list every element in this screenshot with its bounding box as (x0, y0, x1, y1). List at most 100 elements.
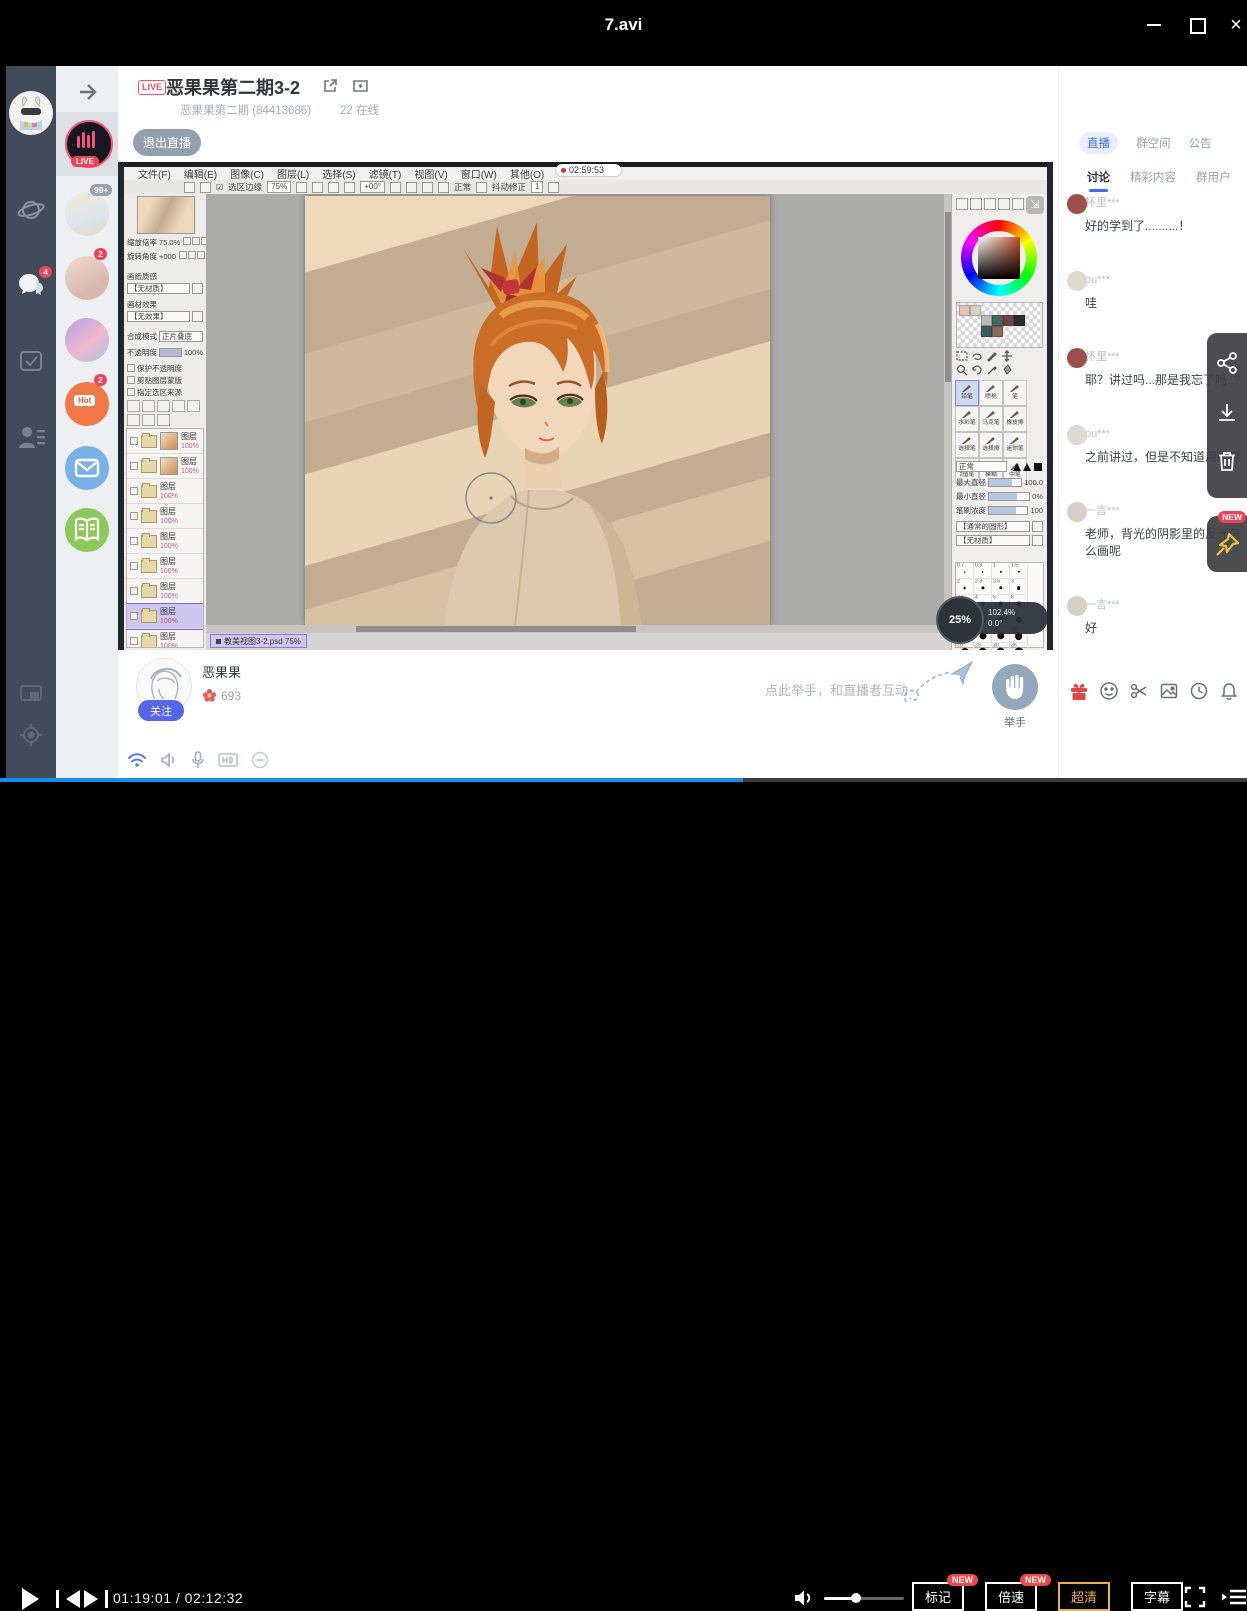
hd-icon[interactable] (218, 752, 238, 768)
brush-slider-row[interactable]: 最大直径 100.0 (956, 476, 1043, 489)
layer-row[interactable]: 图层 100% (127, 529, 203, 554)
layer-option-2[interactable]: 剪贴图层蒙版 (137, 375, 182, 386)
play-button[interactable] (22, 1588, 39, 1610)
brush-size-cell[interactable]: 25 (974, 643, 992, 650)
brush-cell[interactable]: 橡皮擦 (1003, 406, 1027, 432)
layer-row[interactable]: 图层 100% (127, 629, 203, 648)
sai-tool-button[interactable] (344, 182, 355, 193)
pin-tile[interactable]: NEW (1207, 516, 1247, 572)
document-tab[interactable]: 教美视图3-2.psd 75% (210, 634, 307, 648)
navigator-rotation-buttons[interactable] (178, 251, 205, 261)
close-button[interactable]: × (1222, 14, 1247, 38)
wifi-icon[interactable] (127, 752, 147, 768)
previous-button[interactable] (56, 1590, 80, 1608)
explore-planet-icon[interactable] (6, 196, 56, 224)
sai-angle-field[interactable]: +00° (360, 181, 385, 193)
brush-cell[interactable]: 笔 (1003, 380, 1027, 406)
brush-size-cell[interactable]: 3 (1010, 579, 1028, 595)
layer-option-3[interactable]: 指定选区来源 (137, 387, 182, 398)
clock-icon[interactable] (1189, 681, 1209, 701)
sai-zoom-field[interactable]: 75% (267, 181, 291, 193)
layer-row[interactable]: 图层 100% (127, 454, 203, 479)
material-effect-select[interactable]: 【无效果】 (127, 311, 190, 322)
player-option-button[interactable]: 字幕 (1131, 1582, 1183, 1611)
brush-cell[interactable]: 选择擦 (979, 432, 1003, 458)
sai-tool-button[interactable] (406, 182, 417, 193)
todo-icon[interactable] (6, 348, 56, 374)
expand-arrow-icon[interactable]: ⇲ (1026, 196, 1044, 214)
brush-size-cell[interactable]: 2.6 (992, 579, 1010, 595)
sai-menu-item[interactable]: 滤镜(T) (369, 166, 402, 181)
brush-size-cell[interactable]: 35 (1010, 643, 1028, 650)
raise-hand-button[interactable] (992, 664, 1038, 710)
session-avatar-hot[interactable]: Hot (65, 382, 109, 426)
maximize-button[interactable] (1182, 14, 1210, 38)
mic-icon[interactable] (191, 751, 205, 769)
sai-canvas[interactable]: 教美视图3-2.psd 75% (206, 194, 952, 650)
emoji-icon[interactable] (1099, 681, 1119, 701)
exit-live-button[interactable]: 退出直播 (133, 129, 201, 156)
sai-stabilizer-value[interactable]: 1 (531, 181, 543, 193)
swatch-palette[interactable] (956, 302, 1043, 348)
layer-row[interactable]: 图层 100% (127, 479, 203, 504)
user-avatar[interactable] (6, 90, 56, 136)
session-avatar-2[interactable] (65, 192, 109, 236)
layer-option-1[interactable]: 保护不透明度 (137, 363, 182, 374)
opacity-slider[interactable] (159, 348, 182, 357)
tool-icons-row2[interactable] (956, 364, 1043, 376)
fullscreen-icon[interactable] (1184, 1586, 1206, 1608)
record-circle-icon[interactable] (251, 751, 269, 769)
download-icon[interactable] (1215, 401, 1239, 425)
sai-selection-option[interactable]: 选区边缘 (228, 181, 262, 193)
session-avatar-mail[interactable] (65, 446, 109, 490)
brush-size-cell[interactable]: 20 (956, 643, 974, 650)
bell-icon[interactable] (1219, 681, 1239, 701)
sai-tool-button[interactable] (312, 182, 323, 193)
sai-tool-button[interactable] (476, 182, 487, 193)
session-avatar-notes[interactable] (65, 508, 109, 552)
chat-message[interactable]: 一言*** 好 (1059, 596, 1247, 637)
tool-icons-row1[interactable] (956, 350, 1043, 362)
layer-row[interactable]: 图层 100% (127, 604, 203, 629)
sai-menu-item[interactable]: 编辑(E) (184, 166, 217, 181)
settings-gear-icon[interactable] (6, 722, 56, 748)
chat-subtab[interactable]: 精彩内容 (1130, 169, 1176, 185)
brush-size-cell[interactable]: 1.5 (1010, 563, 1028, 579)
brush-blend-mode[interactable]: 正常 (956, 461, 1007, 472)
mini-window-icon[interactable] (6, 684, 56, 704)
chat-message[interactable]: 怀里*** 好的学到了..........！ (1059, 194, 1247, 235)
chat-subtab[interactable]: 群用户 (1196, 169, 1231, 185)
brush-texture-select[interactable]: 【无材质】 (956, 535, 1030, 546)
sai-tool-button[interactable] (390, 182, 401, 193)
brush-slider-row[interactable]: 笔刷浓度 100 (956, 504, 1043, 517)
player-option-button[interactable]: 超清 (1058, 1582, 1110, 1611)
sai-menu-item[interactable]: 其他(O) (510, 166, 544, 181)
brush-size-cell[interactable]: 2 (956, 579, 974, 595)
chat-message[interactable]: pu*** 哇 (1059, 271, 1247, 312)
brush-size-cell[interactable]: 0.9 (974, 563, 992, 579)
brush-size-cell[interactable]: 0.7 (956, 563, 974, 579)
sai-tool-button[interactable] (422, 182, 433, 193)
chat-tab[interactable]: 公告 (1189, 135, 1212, 151)
sai-tool-button[interactable] (328, 182, 339, 193)
color-sv-square[interactable] (978, 237, 1020, 279)
record-setting-icon[interactable] (352, 78, 369, 94)
next-button[interactable] (84, 1590, 108, 1608)
layer-row[interactable]: 图层 100% (127, 429, 203, 454)
volume-icon[interactable] (793, 1588, 817, 1608)
layer-row[interactable]: 图层 100% (127, 579, 203, 604)
layer-row[interactable]: 图层 100% (127, 554, 203, 579)
blend-mode-select[interactable]: 正片叠底 (159, 331, 203, 342)
sai-menu-item[interactable]: 视图(V) (414, 166, 447, 181)
brush-size-cell[interactable]: 30 (992, 643, 1010, 650)
playlist-icon[interactable] (1222, 1588, 1246, 1606)
external-link-icon[interactable] (322, 78, 338, 94)
player-option-button[interactable]: 倍速 NEW (985, 1582, 1037, 1611)
volume-knob[interactable] (851, 1593, 861, 1603)
paper-texture-select[interactable]: 【无材质】 (127, 283, 190, 294)
layer-toolbar[interactable] (127, 400, 203, 426)
sai-mode-label[interactable]: 正常 (454, 181, 471, 193)
layer-row[interactable]: 图层 100% (127, 504, 203, 529)
sai-tool-button[interactable] (438, 182, 449, 193)
sai-menu-item[interactable]: 窗口(W) (461, 166, 497, 181)
